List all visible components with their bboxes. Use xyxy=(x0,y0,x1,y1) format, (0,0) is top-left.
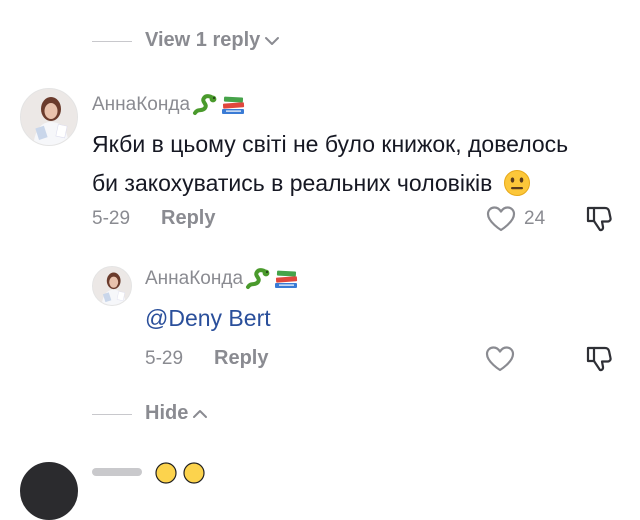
next-comment-emoji-1 xyxy=(155,462,177,484)
reply-username-text: АннаКонда xyxy=(145,268,244,289)
reply-heart-outline-icon[interactable] xyxy=(484,345,516,373)
avatar[interactable] xyxy=(20,88,78,146)
snake-emoji xyxy=(246,268,270,289)
next-comment-avatar[interactable] xyxy=(20,462,78,520)
hide-divider xyxy=(92,414,132,415)
comment-text-line-2-row: би закохуватись в реальних чоловіків xyxy=(92,164,568,203)
hide-label: Hide xyxy=(145,402,189,424)
neutral-face-emoji xyxy=(503,169,530,196)
comment-like-count: 24 xyxy=(524,208,546,229)
comment-date: 5-29 xyxy=(92,208,131,229)
comment-text: Якби в цьому світі не було книжок, довел… xyxy=(92,125,568,203)
reply-avatar[interactable] xyxy=(92,266,132,306)
next-comment-username-placeholder xyxy=(92,468,142,476)
comment-reply-button[interactable]: Reply xyxy=(161,207,215,230)
view-replies-button[interactable]: View 1 reply xyxy=(145,29,280,52)
books-emoji xyxy=(222,96,245,114)
next-comment-emoji-2 xyxy=(183,462,205,484)
view-replies-label: View 1 reply xyxy=(145,29,261,51)
reply-thumbs-down-icon[interactable] xyxy=(584,344,614,374)
reply-reply-button[interactable]: Reply xyxy=(214,347,268,370)
avatar-photo xyxy=(21,89,77,145)
view-replies-divider xyxy=(92,41,132,42)
comment-text-line-2: би закохуватись в реальних чоловіків xyxy=(92,170,493,196)
comment-username-text: АннаКонда xyxy=(92,94,191,115)
comment-username[interactable]: АннаКонда xyxy=(92,94,246,116)
heart-outline-icon[interactable] xyxy=(485,205,517,233)
chevron-down-icon xyxy=(265,36,280,45)
reply-username[interactable]: АннаКонда xyxy=(145,268,299,290)
books-emoji xyxy=(275,270,298,288)
thumbs-down-icon[interactable] xyxy=(584,204,614,234)
hide-replies-button[interactable]: Hide xyxy=(145,402,208,425)
chevron-up-icon xyxy=(193,409,208,418)
snake-emoji xyxy=(193,94,217,115)
reply-mention-link[interactable]: @Deny Bert xyxy=(145,305,271,332)
comment-text-line-1: Якби в цьому світі не було книжок, довел… xyxy=(92,131,569,157)
reply-date: 5-29 xyxy=(145,348,184,369)
reply-avatar-photo xyxy=(93,267,131,305)
